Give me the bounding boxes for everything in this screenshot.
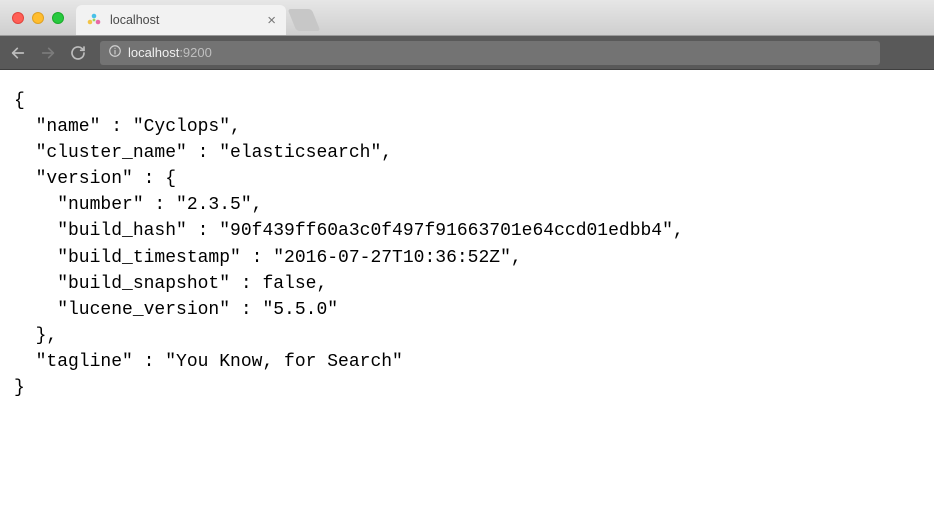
- browser-tab[interactable]: localhost ×: [76, 5, 286, 35]
- url-host: localhost: [128, 45, 179, 60]
- url-port: :9200: [179, 45, 212, 60]
- reload-button[interactable]: [70, 45, 86, 61]
- window-maximize-button[interactable]: [52, 12, 64, 24]
- json-line: "number" : "2.3.5",: [14, 195, 262, 215]
- window-close-button[interactable]: [12, 12, 24, 24]
- tab-strip: localhost ×: [76, 0, 316, 35]
- json-line: "lucene_version" : "5.5.0": [14, 300, 338, 320]
- json-line: "tagline" : "You Know, for Search": [14, 352, 403, 372]
- json-line: }: [14, 378, 25, 398]
- window-titlebar: localhost ×: [0, 0, 934, 36]
- json-line: "build_hash" : "90f439ff60a3c0f497f91663…: [14, 221, 684, 241]
- json-line: },: [14, 326, 57, 346]
- site-info-icon[interactable]: [108, 44, 122, 61]
- tab-title: localhost: [110, 13, 259, 27]
- json-body: { "name" : "Cyclops", "cluster_name" : "…: [14, 88, 920, 401]
- favicon-icon: [86, 12, 102, 28]
- json-line: "build_timestamp" : "2016-07-27T10:36:52…: [14, 248, 522, 268]
- json-line: "version" : {: [14, 169, 176, 189]
- json-line: "name" : "Cyclops",: [14, 117, 241, 137]
- page-content: { "name" : "Cyclops", "cluster_name" : "…: [0, 70, 934, 419]
- browser-toolbar: localhost:9200: [0, 36, 934, 70]
- tab-close-icon[interactable]: ×: [267, 13, 276, 28]
- forward-button[interactable]: [40, 45, 56, 61]
- json-line: "cluster_name" : "elasticsearch",: [14, 143, 392, 163]
- window-minimize-button[interactable]: [32, 12, 44, 24]
- traffic-lights: [0, 12, 64, 24]
- new-tab-button[interactable]: [288, 9, 321, 31]
- nav-buttons: [10, 45, 86, 61]
- back-button[interactable]: [10, 45, 26, 61]
- json-line: {: [14, 91, 25, 111]
- address-bar[interactable]: localhost:9200: [100, 41, 880, 65]
- json-line: "build_snapshot" : false,: [14, 274, 327, 294]
- url-text: localhost:9200: [128, 45, 212, 60]
